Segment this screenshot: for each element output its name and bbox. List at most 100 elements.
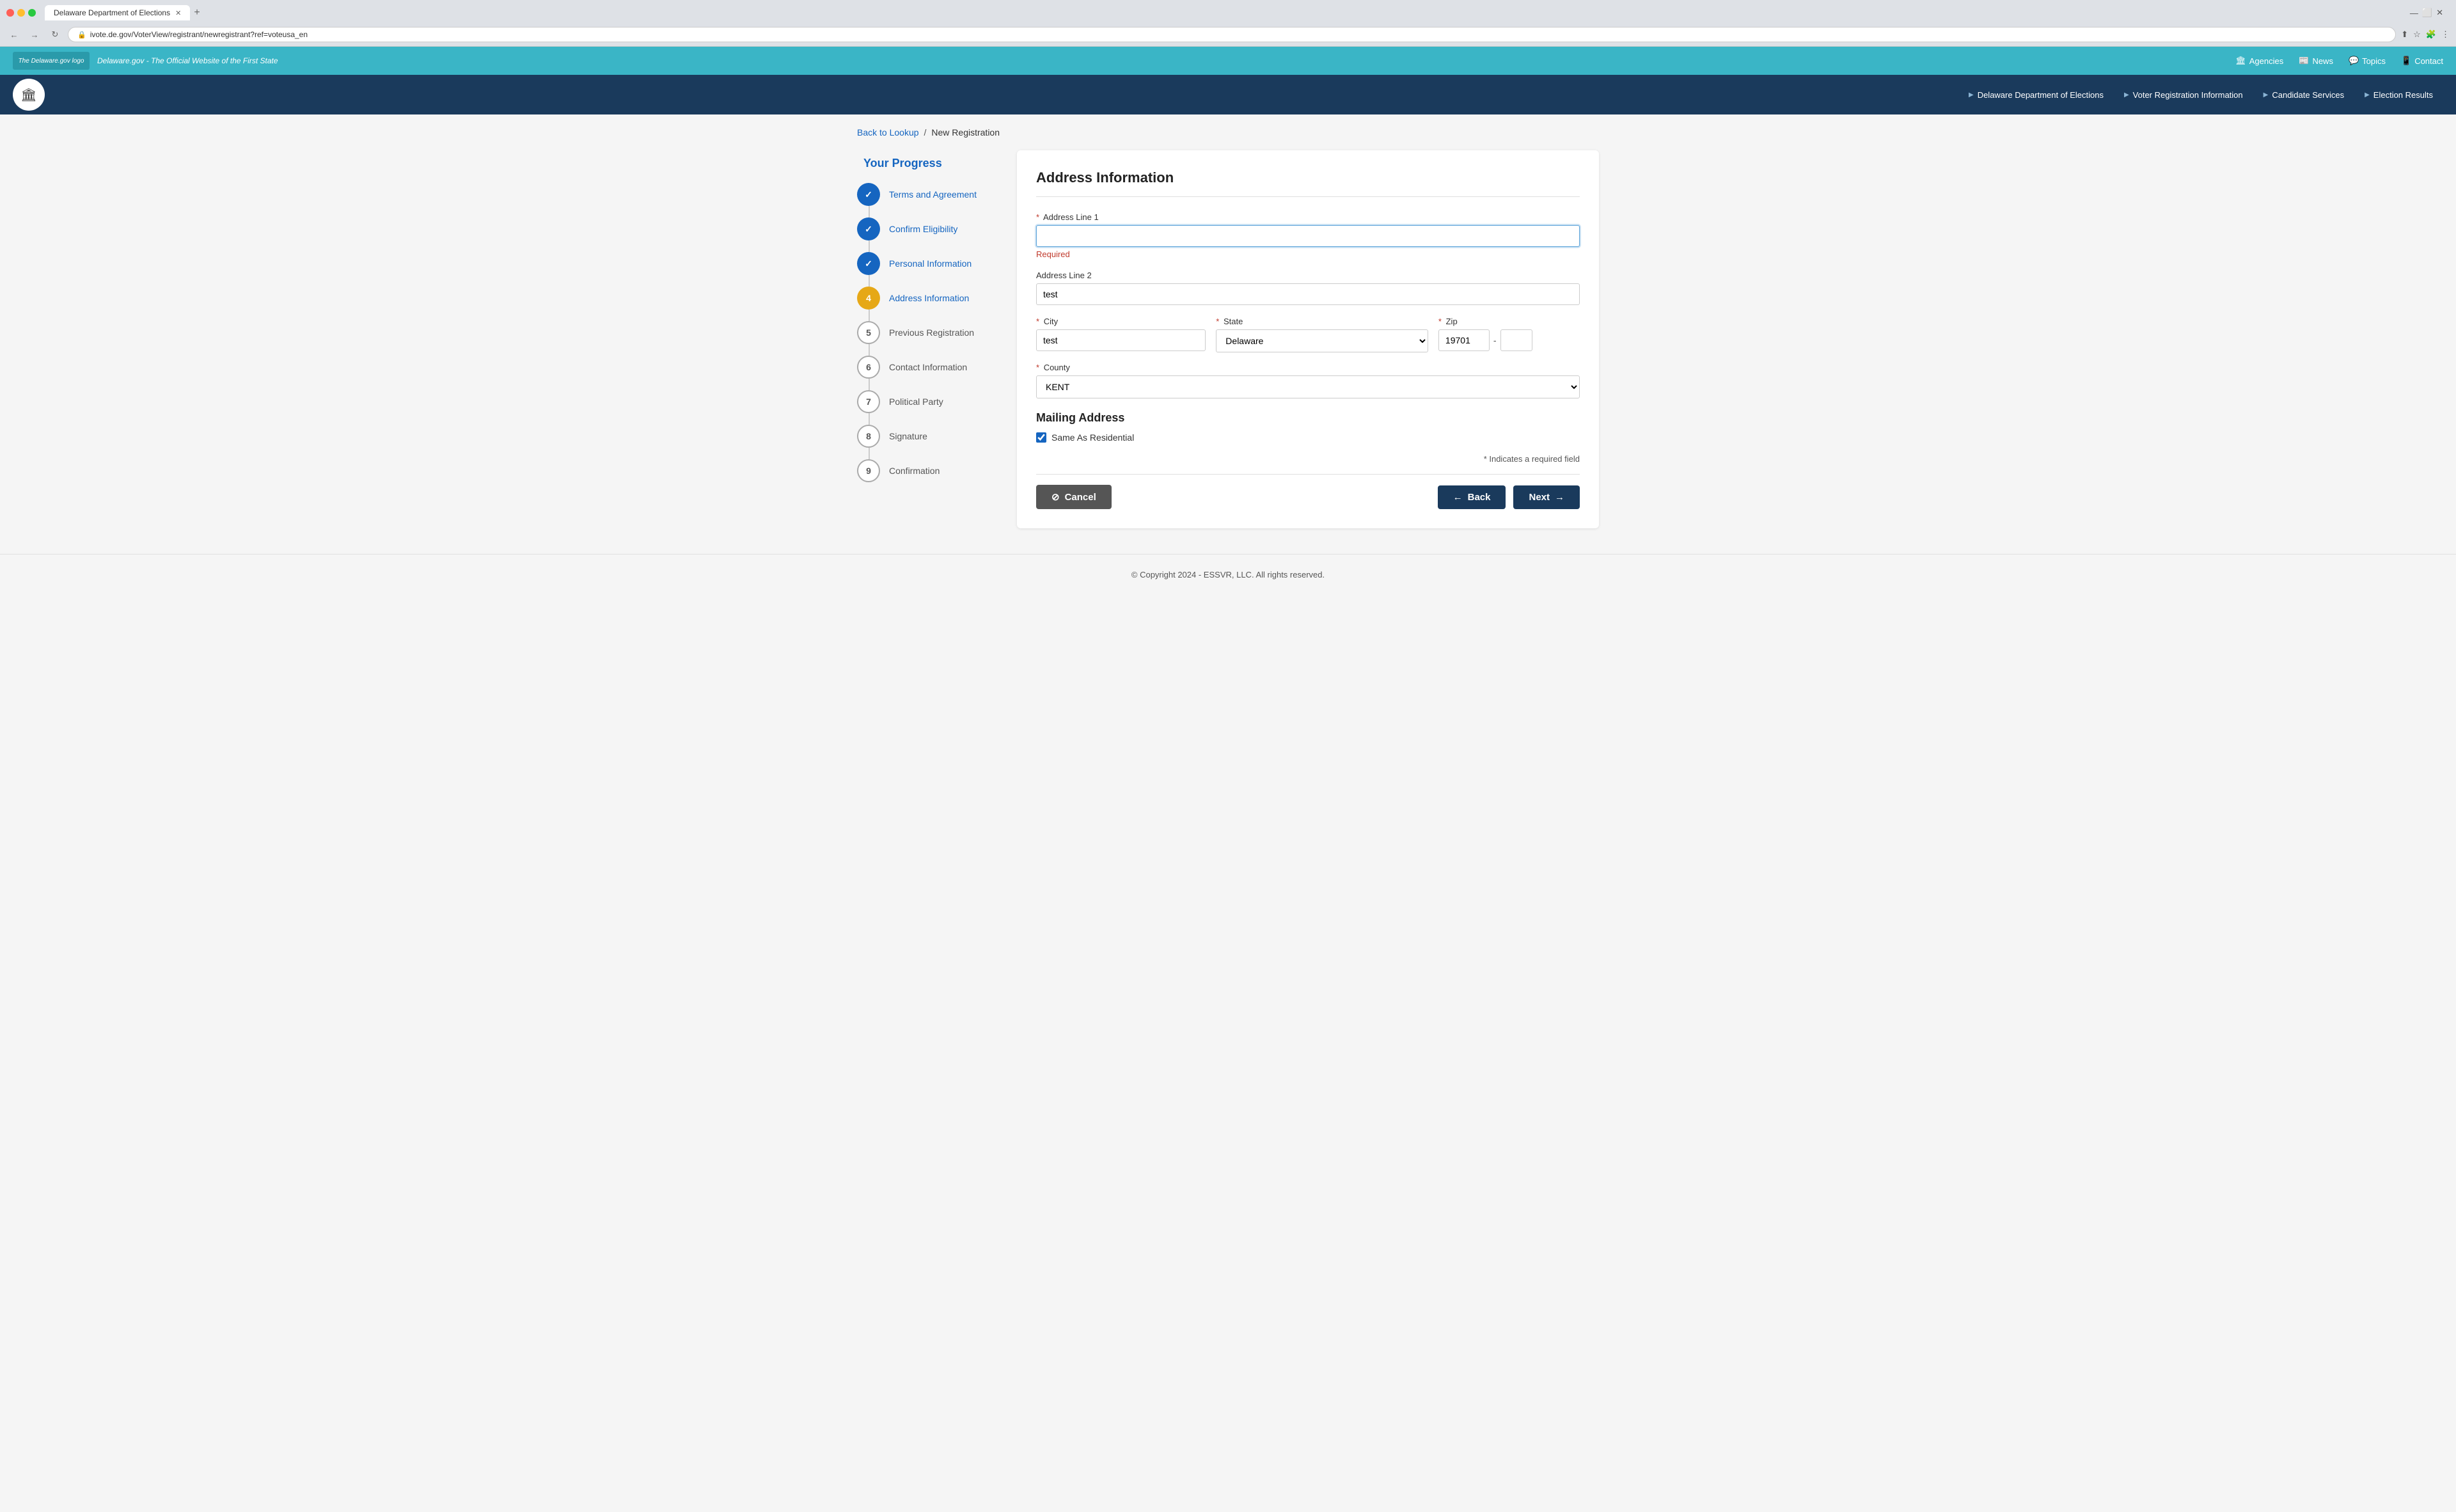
back-button[interactable]: ← Back <box>1438 485 1506 509</box>
address-line2-group: Address Line 2 <box>1036 271 1580 305</box>
address-line2-input[interactable] <box>1036 283 1580 305</box>
city-input[interactable] <box>1036 329 1206 351</box>
maximize-dot[interactable] <box>28 9 36 17</box>
zip-label: * Zip <box>1438 317 1580 326</box>
site-top-bar: The Delaware.gov logo Delaware.gov - The… <box>0 47 2456 75</box>
close-dot[interactable] <box>6 9 14 17</box>
nav-election-results[interactable]: ▶ Election Results <box>2354 79 2443 111</box>
step-2-label: Confirm Eligibility <box>889 224 957 234</box>
step-4-label: Address Information <box>889 293 969 303</box>
browser-menu-icon[interactable]: ⋮ <box>2441 29 2450 40</box>
site-tagline: Delaware.gov - The Official Website of t… <box>97 56 278 65</box>
step-4: 4 Address Information <box>857 287 998 310</box>
share-icon[interactable]: ⬆ <box>2401 29 2408 40</box>
topics-icon: 💬 <box>2349 56 2359 66</box>
step-4-circle: 4 <box>857 287 880 310</box>
news-link[interactable]: 📰 News <box>2299 56 2333 66</box>
address-bar[interactable]: 🔒 ivote.de.gov/VoterView/registrant/newr… <box>68 27 2396 42</box>
county-group: * County KENT NEW CASTLE SUSSEX <box>1036 363 1580 398</box>
agencies-icon: 🏛 <box>2235 56 2246 66</box>
progress-sidebar: Your Progress ✓ Terms and Agreement ✓ Co… <box>857 150 998 500</box>
step-5-circle: 5 <box>857 321 880 344</box>
step-3: ✓ Personal Information <box>857 252 998 275</box>
step-2: ✓ Confirm Eligibility <box>857 217 998 240</box>
step-1-label: Terms and Agreement <box>889 189 977 200</box>
step-5: 5 Previous Registration <box>857 321 998 344</box>
form-card: Address Information * Address Line 1 Req… <box>1017 150 1599 528</box>
city-state-zip-row: * City * State Delaware Alabama Alaska A… <box>1036 317 1580 352</box>
back-to-lookup-link[interactable]: Back to Lookup <box>857 127 919 138</box>
state-group: * State Delaware Alabama Alaska Arizona … <box>1216 317 1428 352</box>
step-9-label: Confirmation <box>889 466 940 476</box>
address-line1-group: * Address Line 1 Required <box>1036 212 1580 259</box>
nav-candidate-services[interactable]: ▶ Candidate Services <box>2253 79 2354 111</box>
right-actions: ← Back Next → <box>1438 485 1580 509</box>
bookmark-icon[interactable]: ☆ <box>2413 29 2421 40</box>
step-1: ✓ Terms and Agreement <box>857 183 998 206</box>
back-button[interactable]: ← <box>6 27 22 42</box>
breadcrumb: Back to Lookup / New Registration <box>857 127 1599 138</box>
topics-link[interactable]: 💬 Topics <box>2349 56 2386 66</box>
address-line2-label: Address Line 2 <box>1036 271 1580 280</box>
contact-link[interactable]: 📱 Contact <box>2401 56 2443 66</box>
step-1-circle: ✓ <box>857 183 880 206</box>
delaware-gov-logo: The Delaware.gov logo <box>13 52 90 70</box>
site-logo-area: The Delaware.gov logo Delaware.gov - The… <box>13 52 278 70</box>
breadcrumb-current: New Registration <box>931 127 1000 138</box>
county-select[interactable]: KENT NEW CASTLE SUSSEX <box>1036 375 1580 398</box>
mailing-address-subtitle: Mailing Address <box>1036 411 1580 425</box>
same-as-residential-label[interactable]: Same As Residential <box>1051 432 1134 443</box>
step-9-circle: 9 <box>857 459 880 482</box>
step-2-circle: ✓ <box>857 217 880 240</box>
tab-close-icon[interactable]: ✕ <box>175 9 181 17</box>
refresh-button[interactable]: ↻ <box>47 27 63 42</box>
url-text: ivote.de.gov/VoterView/registrant/newreg… <box>90 30 308 39</box>
city-label: * City <box>1036 317 1206 326</box>
step-3-circle: ✓ <box>857 252 880 275</box>
copyright-text: © Copyright 2024 - ESSVR, LLC. All right… <box>1131 570 1325 579</box>
window-close-icon[interactable]: ✕ <box>2436 8 2443 18</box>
step-6-label: Contact Information <box>889 362 967 372</box>
window-minimize-icon[interactable]: — <box>2410 8 2418 18</box>
nav-department[interactable]: ▶ Delaware Department of Elections <box>1958 79 2114 111</box>
extensions-icon[interactable]: 🧩 <box>2426 29 2436 40</box>
nav-voter-registration[interactable]: ▶ Voter Registration Information <box>2114 79 2253 111</box>
state-select[interactable]: Delaware Alabama Alaska Arizona Arkansas… <box>1216 329 1428 352</box>
zip-dash: - <box>1493 335 1497 345</box>
breadcrumb-separator: / <box>924 127 927 138</box>
cancel-button[interactable]: ⊘ Cancel <box>1036 485 1112 509</box>
tab-title: Delaware Department of Elections <box>54 8 170 17</box>
browser-navigation: ← → ↻ 🔒 ivote.de.gov/VoterView/registran… <box>6 24 2450 46</box>
next-arrow-icon: → <box>1555 492 1564 503</box>
minimize-dot[interactable] <box>17 9 25 17</box>
logo-alt-text: The Delaware.gov logo <box>19 58 84 65</box>
window-maximize-icon[interactable]: ⬜ <box>2422 8 2432 18</box>
zip-ext-input[interactable] <box>1500 329 1532 351</box>
browser-tab[interactable]: Delaware Department of Elections ✕ <box>45 5 190 20</box>
main-navigation: ▶ Delaware Department of Elections ▶ Vot… <box>1958 79 2443 111</box>
new-tab-button[interactable]: + <box>194 7 200 19</box>
browser-window-controls <box>6 9 36 17</box>
form-actions: ⊘ Cancel ← Back Next → <box>1036 474 1580 509</box>
progress-title: Your Progress <box>857 157 998 170</box>
step-3-label: Personal Information <box>889 258 972 269</box>
state-label: * State <box>1216 317 1428 326</box>
next-button[interactable]: Next → <box>1513 485 1580 509</box>
page-content: Back to Lookup / New Registration Your P… <box>844 114 1612 554</box>
same-as-residential-checkbox[interactable] <box>1036 432 1046 443</box>
agencies-link[interactable]: 🏛 Agencies <box>2235 56 2283 66</box>
cancel-icon: ⊘ <box>1051 491 1060 503</box>
step-6-circle: 6 <box>857 356 880 379</box>
address-line1-input[interactable] <box>1036 225 1580 247</box>
site-shield-logo: 🏛 <box>13 79 45 111</box>
site-main-nav: 🏛 ▶ Delaware Department of Elections ▶ V… <box>0 75 2456 114</box>
step-7-label: Political Party <box>889 397 943 407</box>
zip-main-input[interactable] <box>1438 329 1490 351</box>
mailing-address-section: Mailing Address Same As Residential <box>1036 411 1580 443</box>
step-7-circle: 7 <box>857 390 880 413</box>
contact-icon: 📱 <box>2401 56 2411 66</box>
forward-button[interactable]: → <box>27 27 42 42</box>
county-label: * County <box>1036 363 1580 372</box>
step-5-label: Previous Registration <box>889 327 974 338</box>
address-line1-error: Required <box>1036 249 1580 259</box>
